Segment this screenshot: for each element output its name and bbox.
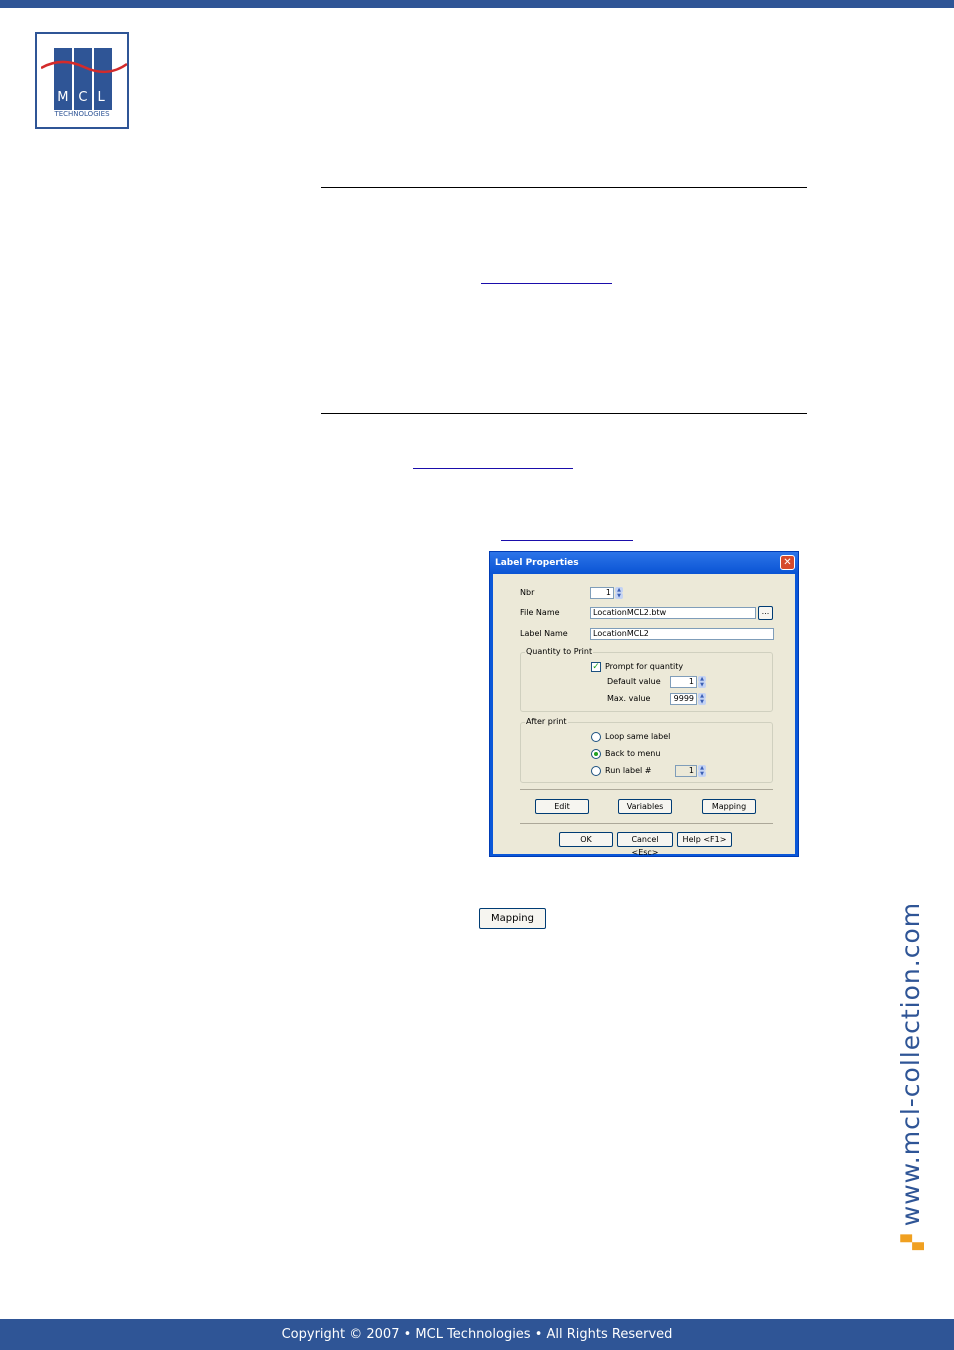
dialog-title: Label Properties	[490, 552, 798, 574]
edit-button[interactable]: Edit	[535, 799, 589, 814]
ok-button[interactable]: OK	[559, 832, 613, 847]
default-value-field[interactable]: 1	[670, 676, 697, 688]
nbr-spinner[interactable]: ▲ ▼	[615, 587, 623, 599]
help-button[interactable]: Help <F1>	[677, 832, 732, 847]
logo-wave	[41, 60, 127, 74]
label-name-field[interactable]: LocationMCL2	[590, 628, 774, 640]
max-value-field[interactable]: 9999	[670, 693, 697, 705]
label-name-label: Label Name	[520, 629, 568, 638]
top-bar	[0, 0, 954, 8]
mcl-logo: MCL TECHNOLOGIES	[35, 32, 129, 129]
hyperlink-underline[interactable]	[501, 540, 633, 541]
mapping-button-image[interactable]: Mapping	[479, 908, 546, 929]
separator	[520, 789, 773, 790]
default-value-spinner[interactable]: ▲ ▼	[698, 676, 706, 688]
max-value-label: Max. value	[607, 694, 651, 703]
run-label-field[interactable]: 1	[675, 765, 697, 777]
quantity-group-title: Quantity to Print	[525, 647, 594, 656]
prompt-quantity-label: Prompt for quantity	[605, 662, 684, 671]
divider	[321, 413, 807, 414]
run-label-spinner[interactable]: ▲ ▼	[698, 765, 706, 777]
back-to-menu-label: Back to menu	[605, 749, 661, 758]
nbr-label: Nbr	[520, 588, 535, 597]
after-print-group-title: After print	[525, 717, 568, 726]
cancel-button[interactable]: Cancel <Esc>	[617, 832, 673, 857]
footer: Copyright © 2007 • MCL Technologies • Al…	[0, 1319, 954, 1350]
dialog-body: Nbr 1 ▲ ▼ File Name LocationMCL2.btw ... …	[493, 574, 795, 857]
loop-same-label-radio[interactable]	[591, 732, 601, 742]
back-to-menu-radio[interactable]	[591, 749, 601, 759]
nbr-field[interactable]: 1	[590, 587, 614, 599]
separator	[520, 823, 773, 824]
file-name-field[interactable]: LocationMCL2.btw	[590, 607, 756, 619]
loop-same-label-label: Loop same label	[605, 732, 671, 741]
max-value-spinner[interactable]: ▲ ▼	[698, 693, 706, 705]
default-value-label: Default value	[607, 677, 661, 686]
browse-button[interactable]: ...	[758, 606, 773, 620]
logo-subtitle: TECHNOLOGIES	[54, 110, 110, 118]
file-name-label: File Name	[520, 608, 560, 617]
run-label-label: Run label #	[605, 766, 652, 775]
logo-letters: MCL	[57, 90, 115, 105]
side-url: ▞ www.mcl-collection.com	[896, 870, 936, 1250]
run-label-radio[interactable]	[591, 766, 601, 776]
hyperlink-underline[interactable]	[413, 468, 573, 469]
variables-button[interactable]: Variables	[618, 799, 672, 814]
mapping-button[interactable]: Mapping	[702, 799, 756, 814]
side-url-text: www.mcl-collection.com	[896, 901, 925, 1227]
label-properties-dialog: Label Properties ✕ Nbr 1 ▲ ▼ File Name Lo…	[489, 551, 799, 857]
prompt-quantity-checkbox[interactable]: ✓	[591, 662, 601, 672]
close-icon[interactable]: ✕	[780, 555, 795, 570]
dots-icon: ▞	[900, 1226, 924, 1250]
divider	[321, 187, 807, 188]
hyperlink-underline[interactable]	[481, 283, 612, 284]
